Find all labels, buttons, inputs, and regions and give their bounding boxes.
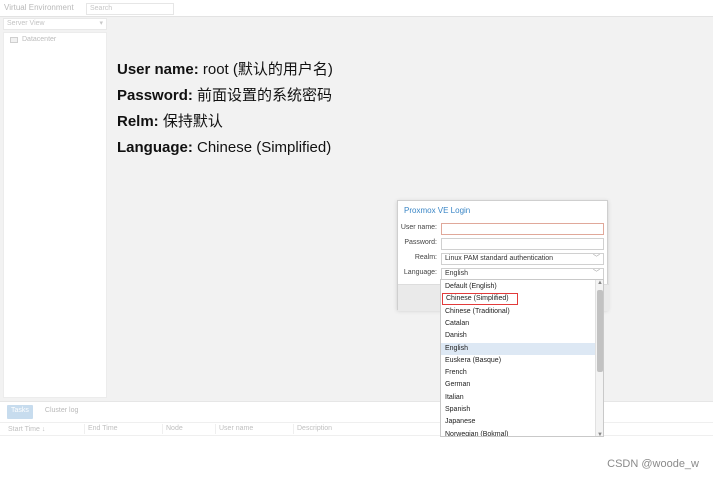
language-option-french[interactable]: French <box>441 367 596 379</box>
scroll-down-icon[interactable]: ▼ <box>597 432 603 436</box>
column-start-time[interactable]: Start Time ↓ <box>8 426 45 433</box>
chevron-down-icon: ▾ <box>99 20 103 27</box>
password-input[interactable] <box>441 238 604 250</box>
task-log-panel: Tasks Cluster log Start Time ↓ End Time … <box>0 401 713 481</box>
note-value: Chinese (Simplified) <box>192 139 332 156</box>
tab-cluster-log[interactable]: Cluster log <box>41 405 82 419</box>
note-line: Password: 前面设置的系统密码 <box>117 86 333 112</box>
view-select-value: Server View <box>7 20 45 27</box>
chevron-down-icon: ﹀ <box>593 255 600 262</box>
note-line: Relm: 保持默认 <box>117 112 333 138</box>
language-option-chinese-traditional[interactable]: Chinese (Traditional) <box>441 306 596 318</box>
note-value: 保持默认 <box>158 113 223 130</box>
resource-tree: Datacenter <box>3 32 107 398</box>
language-option-euskera[interactable]: Euskera (Basque) <box>441 355 596 367</box>
password-label: Password: <box>404 239 437 246</box>
log-tabs: Tasks Cluster log <box>7 405 82 419</box>
environment-label: Virtual Environment <box>4 3 74 12</box>
note-line: Language: Chinese (Simplified) <box>117 138 333 164</box>
column-user-name[interactable]: User name <box>215 424 253 434</box>
watermark: CSDN @woode_w <box>607 458 699 470</box>
scroll-up-icon[interactable]: ▲ <box>597 280 603 286</box>
language-option-default[interactable]: Default (English) <box>441 281 596 293</box>
note-key: Relm: <box>117 113 159 130</box>
tab-tasks[interactable]: Tasks <box>7 405 33 419</box>
language-option-chinese-simplified[interactable]: Chinese (Simplified) <box>442 293 518 306</box>
language-option-german[interactable]: German <box>441 379 596 391</box>
language-dropdown: Default (English) Chinese (Simplified) C… <box>440 279 604 437</box>
instruction-notes: User name: root (默认的用户名) Password: 前面设置的… <box>117 60 333 164</box>
scrollbar-thumb[interactable] <box>597 290 603 372</box>
note-value: root (默认的用户名) <box>198 61 333 78</box>
realm-value: Linux PAM standard authentication <box>445 255 554 262</box>
realm-select[interactable]: Linux PAM standard authentication ﹀ <box>441 253 604 265</box>
column-end-time[interactable]: End Time <box>84 424 118 434</box>
top-bar: Virtual Environment Search <box>0 0 713 17</box>
language-option-japanese[interactable]: Japanese <box>441 416 596 428</box>
language-option-english[interactable]: English <box>441 342 596 355</box>
note-value: 前面设置的系统密码 <box>192 87 333 104</box>
view-select[interactable]: Server View ▾ <box>3 18 107 30</box>
password-row: Password: <box>398 238 609 250</box>
language-label: Language: <box>403 269 437 276</box>
note-key: Language: <box>117 139 193 156</box>
language-option-catalan[interactable]: Catalan <box>441 318 596 330</box>
username-row: User name: <box>398 223 609 235</box>
language-option-norwegian[interactable]: Norwegian (Bokmal) <box>441 429 596 436</box>
username-label: User name: <box>400 224 437 231</box>
datacenter-icon <box>10 36 18 43</box>
dialog-title: Proxmox VE Login <box>404 206 471 215</box>
search-input[interactable]: Search <box>86 3 174 15</box>
dropdown-scrollbar[interactable]: ▲ ▼ <box>595 280 603 436</box>
language-value: English <box>445 270 468 277</box>
note-line: User name: root (默认的用户名) <box>117 60 333 86</box>
column-node[interactable]: Node <box>162 424 183 434</box>
column-description[interactable]: Description <box>293 424 332 434</box>
realm-label: Realm: <box>414 254 437 261</box>
username-input[interactable] <box>441 223 604 235</box>
realm-row: Realm: Linux PAM standard authentication… <box>398 253 609 265</box>
chevron-down-icon: ﹀ <box>593 270 600 277</box>
note-key: Password: <box>117 87 193 104</box>
language-option-danish[interactable]: Danish <box>441 330 596 342</box>
task-table-header: Start Time ↓ End Time Node User name Des… <box>0 422 713 436</box>
tree-item-datacenter[interactable]: Datacenter <box>10 36 56 43</box>
language-option-spanish[interactable]: Spanish <box>441 404 596 416</box>
language-option-italian[interactable]: Italian <box>441 392 596 404</box>
note-key: User name: <box>117 61 199 78</box>
tree-item-label: Datacenter <box>22 36 57 43</box>
